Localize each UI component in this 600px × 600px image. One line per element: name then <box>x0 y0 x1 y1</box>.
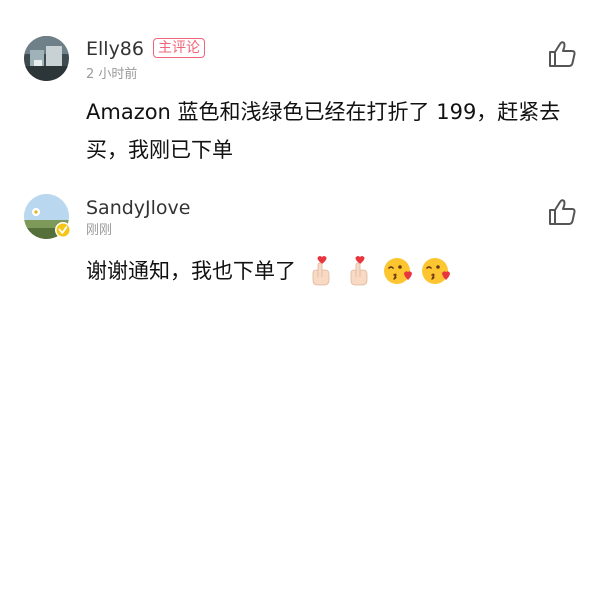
avatar[interactable] <box>24 194 71 239</box>
comment-list: Elly86 主评论 2 小时前 Amazon 蓝色和浅绿色已经在打折了 199… <box>0 0 600 600</box>
avatar[interactable] <box>24 36 69 81</box>
verified-badge-icon <box>55 222 71 238</box>
thumbs-up-icon <box>549 41 576 67</box>
like-button[interactable] <box>546 196 578 228</box>
main-comment-badge: 主评论 <box>153 38 205 58</box>
finger-heart-icon <box>344 255 376 287</box>
comment-text: Amazon 蓝色和浅绿色已经在打折了 199，赶紧去买，我刚已下单 <box>86 100 561 162</box>
like-button[interactable] <box>546 38 578 70</box>
timestamp: 2 小时前 <box>86 67 138 82</box>
comment-text-row: 谢谢通知，我也下单了 <box>86 255 452 287</box>
timestamp: 刚刚 <box>86 223 113 238</box>
finger-heart-icon <box>306 255 338 287</box>
thumbs-up-icon <box>549 199 576 225</box>
kissing-heart-face-icon <box>420 255 452 287</box>
username[interactable]: Elly86 <box>86 38 144 60</box>
comment-text: 谢谢通知，我也下单了 <box>86 259 296 283</box>
username[interactable]: SandyJlove <box>86 197 191 219</box>
comment-item: Elly86 主评论 2 小时前 Amazon 蓝色和浅绿色已经在打折了 199… <box>0 0 600 180</box>
kissing-heart-face-icon <box>382 255 414 287</box>
